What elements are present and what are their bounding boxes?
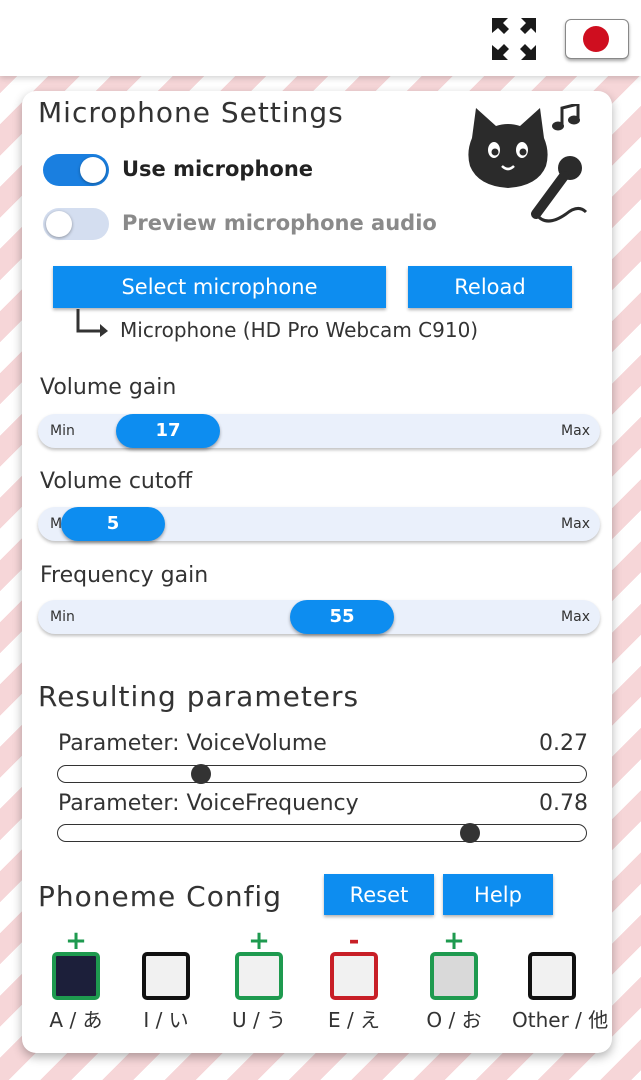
phoneme-other[interactable]: Other / 他 — [512, 930, 609, 1033]
phoneme-i[interactable]: I / い — [126, 930, 206, 1033]
param-voicevolume-bar — [57, 764, 587, 784]
slider-max-label: Max — [561, 516, 590, 532]
toggle-knob — [80, 157, 106, 183]
cat-with-microphone-icon — [468, 104, 588, 223]
preview-audio-label: Preview microphone audio — [122, 211, 437, 235]
preview-audio-toggle[interactable] — [43, 208, 109, 240]
volume-gain-slider[interactable]: Min Max 17 — [38, 414, 600, 448]
phoneme-mark — [512, 930, 592, 952]
volume-gain-label: Volume gain — [40, 375, 177, 400]
language-button[interactable] — [565, 19, 629, 59]
param-level-knob — [459, 823, 480, 843]
phoneme-label: O / お — [426, 1008, 482, 1032]
phoneme-box — [528, 952, 576, 1000]
phoneme-mark — [126, 930, 206, 952]
param-voicefrequency-bar — [57, 823, 587, 843]
phoneme-e[interactable]: - E / え — [314, 926, 394, 1033]
phoneme-label: E / え — [327, 1008, 381, 1032]
param-voicefrequency-value: 0.78 — [539, 791, 588, 816]
param-voicevolume-value: 0.27 — [539, 731, 588, 756]
phoneme-a[interactable]: + A / あ — [36, 926, 116, 1033]
top-bar — [0, 0, 641, 76]
slider-min-label: Min — [50, 609, 75, 625]
phoneme-mark: + — [443, 926, 465, 956]
phoneme-box — [330, 952, 378, 1000]
help-button[interactable]: Help — [443, 874, 553, 915]
phoneme-box — [142, 952, 190, 1000]
volume-cutoff-slider[interactable]: Min Max 5 — [38, 507, 600, 541]
phoneme-box — [52, 952, 100, 1000]
param-voicevolume-row: Parameter: VoiceVolume 0.27 — [58, 731, 588, 756]
reload-button[interactable]: Reload — [408, 266, 572, 308]
slider-thumb[interactable]: 17 — [116, 414, 220, 448]
slider-max-label: Max — [561, 423, 590, 439]
slider-thumb[interactable]: 55 — [290, 600, 394, 634]
phoneme-box — [235, 952, 283, 1000]
phoneme-u[interactable]: + U / う — [219, 926, 299, 1033]
japan-flag-icon — [583, 26, 609, 52]
phoneme-label: A / あ — [49, 1008, 103, 1032]
param-level-knob — [190, 764, 211, 784]
frequency-gain-slider[interactable]: Min Max 55 — [38, 600, 600, 634]
param-voicevolume-label: Parameter: VoiceVolume — [58, 731, 327, 756]
phoneme-config-title: Phoneme Config — [38, 880, 282, 913]
select-microphone-button[interactable]: Select microphone — [53, 266, 386, 308]
use-microphone-toggle[interactable] — [43, 154, 109, 186]
phoneme-mark: + — [248, 926, 270, 956]
toggle-knob — [46, 211, 72, 237]
phoneme-mark: + — [65, 926, 87, 956]
arrow-down-right-icon — [76, 309, 108, 337]
microphone-settings-title: Microphone Settings — [38, 96, 344, 129]
phoneme-mark: - — [348, 926, 360, 956]
reset-button[interactable]: Reset — [324, 874, 434, 915]
fullscreen-button[interactable] — [490, 16, 538, 62]
slider-max-label: Max — [561, 609, 590, 625]
phoneme-label: I / い — [143, 1008, 189, 1032]
frequency-gain-label: Frequency gain — [40, 563, 209, 588]
phoneme-box — [430, 952, 478, 1000]
phoneme-label: Other / 他 — [512, 1008, 609, 1032]
param-voicefrequency-label: Parameter: VoiceFrequency — [58, 791, 359, 816]
use-microphone-label: Use microphone — [122, 157, 314, 181]
param-voicefrequency-row: Parameter: VoiceFrequency 0.78 — [58, 791, 588, 816]
fullscreen-arrows-icon — [492, 18, 536, 60]
volume-cutoff-label: Volume cutoff — [40, 469, 193, 494]
resulting-parameters-title: Resulting parameters — [38, 680, 360, 713]
selected-device: Microphone (HD Pro Webcam C910) — [120, 318, 479, 342]
slider-min-label: Min — [50, 423, 75, 439]
phoneme-label: U / う — [231, 1008, 287, 1032]
phoneme-o[interactable]: + O / お — [414, 926, 494, 1033]
slider-thumb[interactable]: 5 — [61, 507, 165, 541]
